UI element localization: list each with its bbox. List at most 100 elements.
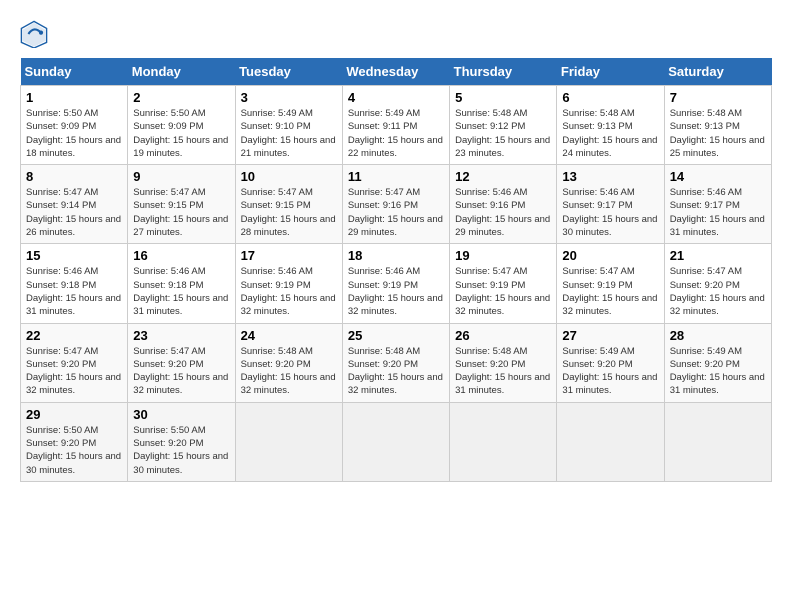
calendar-day-cell: 20 Sunrise: 5:47 AM Sunset: 9:19 PM Dayl… (557, 244, 664, 323)
weekday-header-row: SundayMondayTuesdayWednesdayThursdayFrid… (21, 58, 772, 86)
calendar-day-cell: 29 Sunrise: 5:50 AM Sunset: 9:20 PM Dayl… (21, 402, 128, 481)
calendar-day-cell: 2 Sunrise: 5:50 AM Sunset: 9:09 PM Dayli… (128, 86, 235, 165)
calendar-day-cell: 23 Sunrise: 5:47 AM Sunset: 9:20 PM Dayl… (128, 323, 235, 402)
day-number: 30 (133, 407, 229, 422)
calendar-day-cell: 19 Sunrise: 5:47 AM Sunset: 9:19 PM Dayl… (450, 244, 557, 323)
calendar-day-cell: 18 Sunrise: 5:46 AM Sunset: 9:19 PM Dayl… (342, 244, 449, 323)
calendar-day-cell: 12 Sunrise: 5:46 AM Sunset: 9:16 PM Dayl… (450, 165, 557, 244)
day-number: 18 (348, 248, 444, 263)
day-info: Sunrise: 5:49 AM Sunset: 9:20 PM Dayligh… (670, 345, 766, 398)
day-number: 24 (241, 328, 337, 343)
weekday-header-friday: Friday (557, 58, 664, 86)
day-number: 23 (133, 328, 229, 343)
day-info: Sunrise: 5:50 AM Sunset: 9:20 PM Dayligh… (133, 424, 229, 477)
logo-icon (20, 20, 48, 48)
day-info: Sunrise: 5:48 AM Sunset: 9:13 PM Dayligh… (670, 107, 766, 160)
day-info: Sunrise: 5:47 AM Sunset: 9:14 PM Dayligh… (26, 186, 122, 239)
calendar-day-cell: 9 Sunrise: 5:47 AM Sunset: 9:15 PM Dayli… (128, 165, 235, 244)
day-number: 17 (241, 248, 337, 263)
calendar-day-cell: 14 Sunrise: 5:46 AM Sunset: 9:17 PM Dayl… (664, 165, 771, 244)
day-number: 20 (562, 248, 658, 263)
calendar-day-cell: 3 Sunrise: 5:49 AM Sunset: 9:10 PM Dayli… (235, 86, 342, 165)
calendar-day-cell (450, 402, 557, 481)
day-info: Sunrise: 5:46 AM Sunset: 9:18 PM Dayligh… (133, 265, 229, 318)
weekday-header-monday: Monday (128, 58, 235, 86)
calendar-week-row: 1 Sunrise: 5:50 AM Sunset: 9:09 PM Dayli… (21, 86, 772, 165)
day-number: 15 (26, 248, 122, 263)
day-number: 13 (562, 169, 658, 184)
day-info: Sunrise: 5:49 AM Sunset: 9:10 PM Dayligh… (241, 107, 337, 160)
day-number: 3 (241, 90, 337, 105)
calendar-day-cell: 1 Sunrise: 5:50 AM Sunset: 9:09 PM Dayli… (21, 86, 128, 165)
calendar-day-cell: 11 Sunrise: 5:47 AM Sunset: 9:16 PM Dayl… (342, 165, 449, 244)
day-number: 21 (670, 248, 766, 263)
calendar-day-cell: 24 Sunrise: 5:48 AM Sunset: 9:20 PM Dayl… (235, 323, 342, 402)
calendar-day-cell: 25 Sunrise: 5:48 AM Sunset: 9:20 PM Dayl… (342, 323, 449, 402)
day-info: Sunrise: 5:47 AM Sunset: 9:15 PM Dayligh… (241, 186, 337, 239)
weekday-header-saturday: Saturday (664, 58, 771, 86)
day-info: Sunrise: 5:50 AM Sunset: 9:09 PM Dayligh… (133, 107, 229, 160)
day-info: Sunrise: 5:47 AM Sunset: 9:19 PM Dayligh… (562, 265, 658, 318)
calendar-day-cell: 26 Sunrise: 5:48 AM Sunset: 9:20 PM Dayl… (450, 323, 557, 402)
day-number: 16 (133, 248, 229, 263)
day-info: Sunrise: 5:46 AM Sunset: 9:18 PM Dayligh… (26, 265, 122, 318)
day-number: 29 (26, 407, 122, 422)
calendar-day-cell (235, 402, 342, 481)
day-info: Sunrise: 5:48 AM Sunset: 9:20 PM Dayligh… (455, 345, 551, 398)
day-info: Sunrise: 5:47 AM Sunset: 9:20 PM Dayligh… (133, 345, 229, 398)
calendar-day-cell: 10 Sunrise: 5:47 AM Sunset: 9:15 PM Dayl… (235, 165, 342, 244)
day-number: 8 (26, 169, 122, 184)
weekday-header-wednesday: Wednesday (342, 58, 449, 86)
day-number: 5 (455, 90, 551, 105)
calendar-day-cell: 22 Sunrise: 5:47 AM Sunset: 9:20 PM Dayl… (21, 323, 128, 402)
day-number: 19 (455, 248, 551, 263)
day-number: 12 (455, 169, 551, 184)
calendar-day-cell: 16 Sunrise: 5:46 AM Sunset: 9:18 PM Dayl… (128, 244, 235, 323)
day-number: 28 (670, 328, 766, 343)
calendar-day-cell (664, 402, 771, 481)
day-number: 10 (241, 169, 337, 184)
calendar-day-cell (342, 402, 449, 481)
page-header (20, 20, 772, 48)
calendar-week-row: 29 Sunrise: 5:50 AM Sunset: 9:20 PM Dayl… (21, 402, 772, 481)
calendar-day-cell: 28 Sunrise: 5:49 AM Sunset: 9:20 PM Dayl… (664, 323, 771, 402)
day-number: 11 (348, 169, 444, 184)
calendar-week-row: 8 Sunrise: 5:47 AM Sunset: 9:14 PM Dayli… (21, 165, 772, 244)
calendar-day-cell: 30 Sunrise: 5:50 AM Sunset: 9:20 PM Dayl… (128, 402, 235, 481)
day-info: Sunrise: 5:47 AM Sunset: 9:19 PM Dayligh… (455, 265, 551, 318)
calendar-day-cell: 15 Sunrise: 5:46 AM Sunset: 9:18 PM Dayl… (21, 244, 128, 323)
day-info: Sunrise: 5:47 AM Sunset: 9:16 PM Dayligh… (348, 186, 444, 239)
day-info: Sunrise: 5:47 AM Sunset: 9:20 PM Dayligh… (26, 345, 122, 398)
calendar-day-cell: 17 Sunrise: 5:46 AM Sunset: 9:19 PM Dayl… (235, 244, 342, 323)
day-info: Sunrise: 5:50 AM Sunset: 9:09 PM Dayligh… (26, 107, 122, 160)
day-info: Sunrise: 5:48 AM Sunset: 9:12 PM Dayligh… (455, 107, 551, 160)
day-number: 1 (26, 90, 122, 105)
day-info: Sunrise: 5:49 AM Sunset: 9:20 PM Dayligh… (562, 345, 658, 398)
weekday-header-tuesday: Tuesday (235, 58, 342, 86)
calendar-day-cell: 21 Sunrise: 5:47 AM Sunset: 9:20 PM Dayl… (664, 244, 771, 323)
day-info: Sunrise: 5:48 AM Sunset: 9:20 PM Dayligh… (348, 345, 444, 398)
day-number: 6 (562, 90, 658, 105)
calendar-day-cell: 27 Sunrise: 5:49 AM Sunset: 9:20 PM Dayl… (557, 323, 664, 402)
day-info: Sunrise: 5:48 AM Sunset: 9:13 PM Dayligh… (562, 107, 658, 160)
day-info: Sunrise: 5:46 AM Sunset: 9:17 PM Dayligh… (670, 186, 766, 239)
day-info: Sunrise: 5:50 AM Sunset: 9:20 PM Dayligh… (26, 424, 122, 477)
logo (20, 20, 52, 48)
day-info: Sunrise: 5:48 AM Sunset: 9:20 PM Dayligh… (241, 345, 337, 398)
day-info: Sunrise: 5:46 AM Sunset: 9:16 PM Dayligh… (455, 186, 551, 239)
weekday-header-sunday: Sunday (21, 58, 128, 86)
day-number: 2 (133, 90, 229, 105)
calendar-day-cell: 13 Sunrise: 5:46 AM Sunset: 9:17 PM Dayl… (557, 165, 664, 244)
day-number: 7 (670, 90, 766, 105)
calendar-table: SundayMondayTuesdayWednesdayThursdayFrid… (20, 58, 772, 482)
day-info: Sunrise: 5:46 AM Sunset: 9:19 PM Dayligh… (241, 265, 337, 318)
calendar-week-row: 22 Sunrise: 5:47 AM Sunset: 9:20 PM Dayl… (21, 323, 772, 402)
calendar-day-cell (557, 402, 664, 481)
calendar-week-row: 15 Sunrise: 5:46 AM Sunset: 9:18 PM Dayl… (21, 244, 772, 323)
day-info: Sunrise: 5:46 AM Sunset: 9:17 PM Dayligh… (562, 186, 658, 239)
day-number: 4 (348, 90, 444, 105)
calendar-day-cell: 6 Sunrise: 5:48 AM Sunset: 9:13 PM Dayli… (557, 86, 664, 165)
day-info: Sunrise: 5:47 AM Sunset: 9:15 PM Dayligh… (133, 186, 229, 239)
day-number: 22 (26, 328, 122, 343)
day-number: 9 (133, 169, 229, 184)
